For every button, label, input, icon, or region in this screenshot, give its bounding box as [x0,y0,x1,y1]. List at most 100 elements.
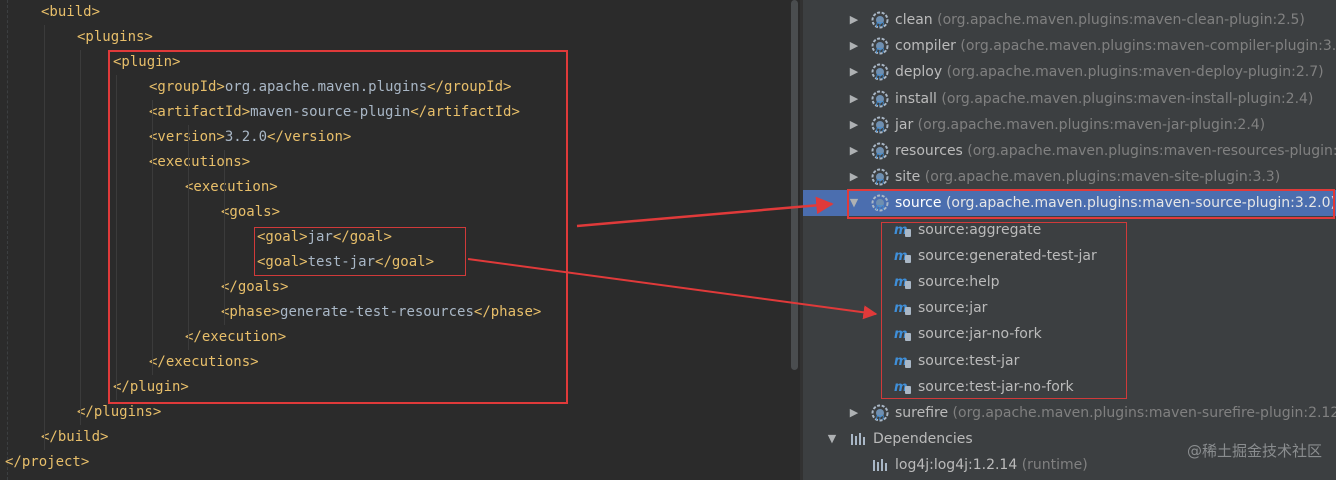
plugin-label: resources (org.apache.maven.plugins:mave… [895,138,1336,164]
plugin-name: compiler [895,38,956,55]
code-line-artifactId[interactable]: <artifactId>maven-source-plugin</artifac… [149,100,520,125]
goal-row[interactable]: m source:help [803,269,1336,295]
expand-arrow-icon[interactable]: ▶ [847,138,861,164]
goal-row[interactable]: m source:aggregate [803,217,1336,243]
svg-text:m: m [876,72,885,81]
maven-goal-m-icon: m [894,223,911,238]
maven-goal-m-icon: m [894,301,911,316]
code-line-build[interactable]: </build> [41,425,108,450]
code-line-build[interactable]: <build> [41,0,100,25]
code-line-phase[interactable]: <phase>generate-test-resources</phase> [221,300,541,325]
xml-tag: </version> [267,129,352,145]
svg-text:m: m [876,151,885,160]
xml-text: org.apache.maven.plugins [224,79,428,95]
collapse-arrow-icon[interactable]: ▼ [825,426,839,452]
plugin-label: compiler (org.apache.maven.plugins:maven… [895,33,1336,59]
svg-text:m: m [876,413,885,422]
expand-arrow-icon[interactable]: ▶ [847,112,861,138]
maven-goal-m-icon: m [894,249,911,264]
code-line-plugin[interactable]: </plugin> [113,375,189,400]
svg-text:m: m [876,99,885,108]
code-line-goals[interactable]: <goals> [221,200,280,225]
maven-goal-m-icon: m [894,327,911,342]
maven-goal-m-icon: m [894,275,911,290]
xml-tag: </goal> [332,229,392,245]
expand-arrow-icon[interactable]: ▶ [847,7,861,33]
editor-scrollbar[interactable] [790,0,800,480]
expand-arrow-icon[interactable]: ▶ [847,59,861,85]
goal-row[interactable]: m source:test-jar [803,348,1336,374]
goal-row[interactable]: m source:generated-test-jar [803,243,1336,269]
plugin-row-install[interactable]: ▶ m install (org.apache.maven.plugins:mave… [803,86,1336,112]
expand-arrow-icon[interactable]: ▶ [847,400,861,426]
expand-arrow-icon[interactable]: ▶ [847,164,861,190]
plugin-label: install (org.apache.maven.plugins:maven-… [895,86,1313,112]
dependency-name: log4j:log4j:1.2.14 [895,457,1018,474]
plugin-row-deploy[interactable]: ▶ m deploy (org.apache.maven.plugins:maven… [803,59,1336,85]
plugin-coordinates: (org.apache.maven.plugins:maven-surefire… [948,405,1336,421]
plugin-row-clean[interactable]: ▶ m clean (org.apache.maven.plugins:maven-… [803,7,1336,33]
plugin-name: resources [895,143,963,159]
xml-tag: </plugins> [77,404,162,420]
xml-tag: <goal> [257,254,308,270]
xml-tag: </goals> [221,279,289,295]
xml-tag: <plugin> [113,54,181,70]
goal-row[interactable]: m source:jar-no-fork [803,321,1336,347]
collapse-arrow-icon[interactable]: ▼ [847,190,861,216]
xml-tag: </executions> [149,354,259,370]
plugin-label: site (org.apache.maven.plugins:maven-sit… [895,164,1280,190]
editor-scrollbar-thumb[interactable] [791,0,798,370]
xml-tag: <executions> [149,154,251,170]
goal-name: source:aggregate [918,221,1042,238]
plugin-row-resources[interactable]: ▶ m resources (org.apache.maven.plugins:ma… [803,138,1336,164]
goal-row[interactable]: m source:test-jar-no-fork [803,374,1336,400]
plugin-name: site [895,169,921,186]
svg-text:m: m [876,177,885,186]
code-line-plugins[interactable]: <plugins> [77,25,153,50]
plugin-row-surefire[interactable]: ▶ m surefire (org.apache.maven.plugins:mav… [803,400,1336,426]
code-line-plugin[interactable]: <plugin> [113,50,180,75]
code-line-groupId[interactable]: <groupId>org.apache.maven.plugins</group… [149,75,511,100]
maven-plugin-gear-icon: m [871,37,889,55]
xml-editor[interactable]: <build> <plugins> <plugin> <groupId>org.apa… [0,0,790,480]
code-line-execution[interactable]: <execution> [185,175,278,200]
plugin-row-source[interactable]: ▼ m source (org.apache.maven.plugins:maven… [803,190,1336,217]
code-line-plugins[interactable]: </plugins> [77,400,161,425]
code-line-goals[interactable]: </goals> [221,275,288,300]
plugin-name: surefire [895,405,949,421]
xml-tag: <version> [149,129,225,145]
selected-plugin-coordinates: (org.apache.maven.plugins:maven-source-p… [941,195,1336,212]
dependencies-name: Dependencies [873,431,973,448]
code-line-executions[interactable]: </executions> [149,350,259,375]
goal-name: source:help [918,274,1000,290]
expand-arrow-icon[interactable]: ▶ [847,86,861,112]
plugin-row-compiler[interactable]: ▶ m compiler (org.apache.maven.plugins:mav… [803,33,1336,59]
plugin-label: clean (org.apache.maven.plugins:maven-cl… [895,7,1305,33]
indent-guide [44,25,45,450]
plugin-name: install [895,90,937,107]
maven-plugin-gear-icon: m [871,90,889,108]
code-line-executions[interactable]: <executions> [149,150,250,175]
xml-tag: </execution> [185,329,287,345]
goal-label: source:help [918,269,999,295]
plugin-row-site[interactable]: ▶ m site (org.apache.maven.plugins:maven-s… [803,164,1336,190]
goal-name: source:generated-test-jar [918,247,1097,264]
code-line-goal[interactable]: <goal>test-jar</goal> [257,250,434,275]
xml-tag: <groupId> [149,79,225,95]
plugin-name: deploy [895,64,943,81]
indent-guide [152,100,153,375]
maven-plugin-gear-icon: m [871,11,889,29]
editor-gutter-guide [7,0,8,480]
svg-text:m: m [876,20,885,29]
code-line-version[interactable]: <version>3.2.0</version> [149,125,351,150]
goal-name: source:test-jar-no-fork [918,378,1074,395]
expand-arrow-icon[interactable]: ▶ [847,33,861,59]
code-line-project[interactable]: </project> [5,450,89,475]
plugin-coordinates: (org.apache.maven.plugins:maven-site-plu… [920,169,1281,186]
goal-row[interactable]: m source:jar [803,295,1336,321]
maven-plugin-gear-icon: m [871,63,889,81]
code-line-execution[interactable]: </execution> [185,325,286,350]
code-line-goal[interactable]: <goal>jar</goal> [257,225,392,250]
plugin-row-jar[interactable]: ▶ m jar (org.apache.maven.plugins:maven-ja… [803,112,1336,138]
indent-guide [224,150,225,325]
